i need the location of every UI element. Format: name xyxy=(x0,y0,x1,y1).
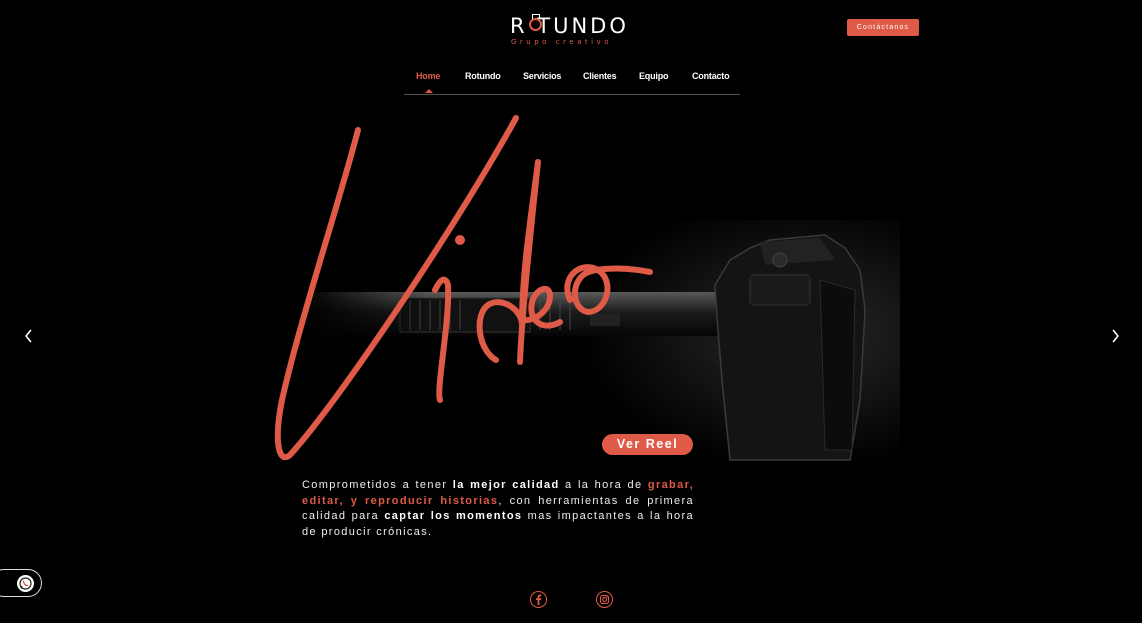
nav-item-rotundo[interactable]: Rotundo xyxy=(465,71,501,81)
nav-item-servicios[interactable]: Servicios xyxy=(523,71,561,81)
whatsapp-icon xyxy=(17,575,34,592)
logo[interactable]: R TUNDO Grupo creativo xyxy=(510,14,635,46)
chevron-right-icon[interactable] xyxy=(1105,326,1125,346)
hero-artwork xyxy=(274,115,900,470)
instagram-icon[interactable] xyxy=(596,591,613,608)
logo-o-ring-icon xyxy=(529,14,542,31)
ver-reel-button[interactable]: Ver Reel xyxy=(602,434,693,455)
nav-active-indicator xyxy=(425,89,433,93)
desc-text: Comprometidos a tener xyxy=(302,479,453,491)
logo-wordmark: R TUNDO xyxy=(510,14,629,38)
desc-text: a la hora de xyxy=(559,479,648,491)
page: R TUNDO Grupo creativo Contáctanos Home … xyxy=(0,0,1142,623)
camera-graphic xyxy=(300,220,900,470)
main-nav: Home Rotundo Servicios Clientes Equipo C… xyxy=(404,68,740,95)
nav-item-equipo[interactable]: Equipo xyxy=(639,71,668,81)
nav-item-home[interactable]: Home xyxy=(416,71,440,81)
whatsapp-button[interactable] xyxy=(0,569,42,597)
nav-item-contacto[interactable]: Contacto xyxy=(692,71,730,81)
chevron-left-icon[interactable] xyxy=(19,326,39,346)
contact-button[interactable]: Contáctanos xyxy=(847,19,919,36)
nav-item-clientes[interactable]: Clientes xyxy=(583,71,617,81)
logo-tagline: Grupo creativo xyxy=(511,38,612,46)
desc-bold: captar los momentos xyxy=(384,510,523,522)
hero-description: Comprometidos a tener la mejor calidad a… xyxy=(302,478,694,540)
desc-bold: la mejor calidad xyxy=(452,479,560,491)
facebook-icon[interactable] xyxy=(530,591,547,608)
